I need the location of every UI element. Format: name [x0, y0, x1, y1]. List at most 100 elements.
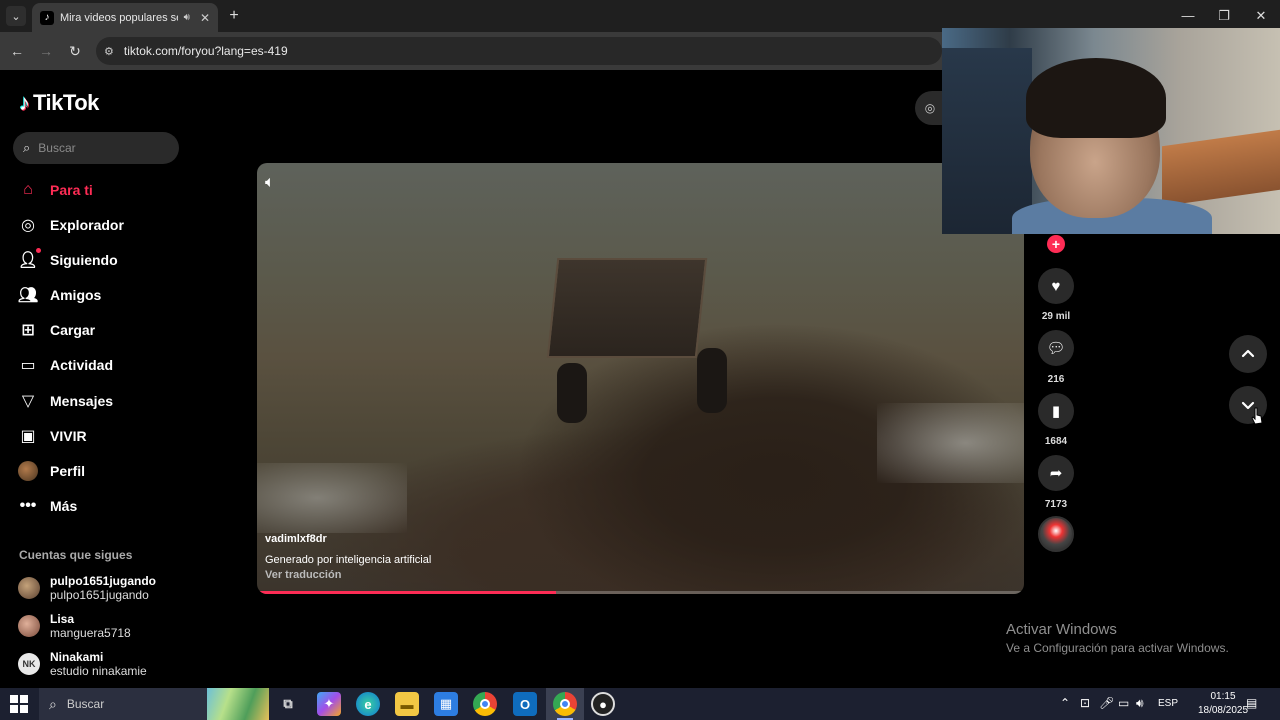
compass-icon[interactable]: ◎ — [915, 91, 945, 125]
avatar — [18, 577, 40, 599]
audio-playing-icon[interactable]: 🔊︎ — [184, 12, 190, 23]
taskbar-clock[interactable]: 01:15 18/08/2025 — [1196, 690, 1250, 718]
avatar: NK — [18, 653, 40, 675]
nav-label: Perfil — [50, 463, 86, 479]
following-account[interactable]: Lisa manguera5718 — [18, 612, 131, 640]
nav-label: Mensajes — [50, 393, 114, 409]
share-count: 7173 — [1044, 499, 1068, 510]
tiktok-favicon-icon: ♪ — [40, 10, 54, 25]
nav-explorador[interactable]: ◎ Explorador — [18, 212, 124, 238]
home-icon: ⌂ — [23, 181, 33, 198]
nav-para-ti[interactable]: ⌂ Para ti — [18, 177, 93, 203]
new-tab-button[interactable]: + — [226, 7, 242, 25]
microsoft-store-icon[interactable]: ▦ — [434, 692, 458, 716]
url-text[interactable]: tiktok.com/foryou?lang=es-419 — [124, 44, 288, 58]
outlook-icon[interactable]: O — [513, 692, 537, 716]
like-count: 29 mil — [1041, 311, 1071, 322]
nav-label: Más — [50, 498, 78, 514]
share-button[interactable]: ➦ — [1038, 455, 1074, 491]
nav-perfil[interactable]: Perfil — [18, 458, 85, 484]
close-tab-icon[interactable]: ✕ — [200, 11, 210, 25]
omnibox[interactable]: ⚙ tiktok.com/foryou?lang=es-419 — [96, 37, 942, 65]
activity-icon: ▭ — [20, 357, 36, 374]
nav-vivir[interactable]: ▣ VIVIR — [18, 423, 87, 449]
tiktok-logo[interactable]: ♪ TikTok — [19, 90, 99, 116]
more-icon: ••• — [19, 497, 37, 514]
volume-icon[interactable]: 🔈︎ — [265, 174, 275, 192]
clock-date: 18/08/2025 — [1197, 705, 1249, 716]
minimize-button[interactable]: — — [1178, 7, 1198, 25]
video-scene — [557, 363, 587, 423]
save-count: 1684 — [1044, 436, 1068, 447]
profile-avatar — [18, 461, 38, 481]
video-author[interactable]: vadimlxf8dr — [265, 533, 327, 545]
avatar — [18, 615, 40, 637]
meet-now-icon[interactable]: ⊡ — [1080, 696, 1090, 710]
nav-label: Actividad — [50, 357, 114, 373]
nav-label: Para ti — [50, 182, 93, 198]
like-button[interactable]: ♥ — [1038, 268, 1074, 304]
nav-mas[interactable]: ••• Más — [18, 493, 78, 519]
nav-actividad[interactable]: ▭ Actividad — [18, 352, 113, 378]
messages-icon: ▽ — [21, 393, 35, 410]
music-disc-icon[interactable] — [1038, 516, 1074, 552]
video-scene — [877, 403, 1024, 483]
nav-siguiendo[interactable]: 👤︎ Siguiendo — [18, 247, 118, 273]
following-title: Cuentas que sigues — [19, 548, 133, 562]
taskbar-search-input[interactable] — [66, 697, 197, 711]
search-icon: ⌕ — [23, 140, 31, 155]
video-player[interactable]: 🔈︎ vadimlxf8dr Generado por inteligencia… — [257, 163, 1024, 594]
search-input[interactable] — [38, 141, 159, 155]
chrome-icon[interactable] — [473, 692, 497, 716]
close-window-button[interactable]: ✕ — [1251, 7, 1271, 25]
video-scene — [546, 258, 708, 358]
notification-dot — [36, 248, 41, 253]
search-box[interactable]: ⌕ — [13, 132, 179, 164]
webcam-scene — [1026, 58, 1166, 138]
video-progress-bar[interactable] — [257, 591, 1024, 594]
windows-start-icon[interactable] — [10, 695, 28, 713]
reload-button[interactable]: ↻ — [66, 42, 84, 60]
translate-link[interactable]: Ver traducción — [265, 569, 341, 581]
nav-label: Explorador — [50, 217, 124, 233]
copilot-icon[interactable]: ✦ — [317, 692, 341, 716]
edge-icon[interactable]: e — [356, 692, 380, 716]
chrome-active-icon[interactable] — [553, 692, 577, 716]
tiktok-note-icon: ♪ — [19, 90, 30, 115]
network-icon[interactable]: ▭ — [1118, 696, 1129, 710]
back-button[interactable]: ← — [8, 42, 26, 60]
following-account[interactable]: NK Ninakami estudio ninakamie — [18, 650, 147, 678]
comment-button[interactable]: 💬︎ — [1038, 330, 1074, 366]
follow-plus-button[interactable]: + — [1047, 235, 1065, 253]
forward-button[interactable]: → — [37, 42, 55, 60]
previous-video-button[interactable] — [1229, 335, 1267, 373]
hand-cursor-icon — [1251, 407, 1263, 425]
heart-icon: ♥ — [1051, 277, 1061, 295]
account-handle: manguera5718 — [50, 626, 131, 640]
restore-button[interactable]: ❐ — [1214, 7, 1234, 25]
taskbar-search[interactable]: ⌕ — [39, 688, 269, 720]
logo-text: TikTok — [33, 90, 99, 115]
nav-mensajes[interactable]: ▽ Mensajes — [18, 388, 113, 414]
tray-overflow-icon[interactable]: ⌃ — [1060, 696, 1070, 710]
following-icon: 👤︎ — [18, 248, 41, 270]
speaker-icon[interactable]: 🔊︎ — [1136, 696, 1144, 711]
video-scene — [257, 463, 407, 533]
nav-label: VIVIR — [50, 428, 87, 444]
language-indicator[interactable]: ESP — [1158, 698, 1178, 709]
tab-title: Mira videos populares sele — [59, 11, 178, 24]
nav-label: Cargar — [50, 322, 96, 338]
following-account[interactable]: pulpo1651jugando pulpo1651jugando — [18, 574, 156, 602]
obs-icon[interactable]: ● — [591, 692, 615, 716]
nav-amigos[interactable]: 👥︎ Amigos — [18, 282, 102, 308]
microphone-icon[interactable]: 🎤︎ — [1099, 696, 1114, 710]
file-explorer-icon[interactable]: ▬ — [395, 692, 419, 716]
chevron-up-icon — [1241, 349, 1255, 358]
nav-cargar[interactable]: ⊞ Cargar — [18, 317, 95, 343]
save-button[interactable]: ▮ — [1038, 393, 1074, 429]
task-view-icon[interactable]: ⧉ — [276, 692, 300, 716]
tab-search-button[interactable]: ⌄ — [6, 6, 26, 26]
browser-tab[interactable]: ♪ Mira videos populares sele 🔊︎ ✕ — [32, 3, 218, 32]
site-settings-icon[interactable]: ⚙ — [104, 45, 114, 58]
notifications-icon[interactable]: ▤ — [1246, 696, 1257, 710]
